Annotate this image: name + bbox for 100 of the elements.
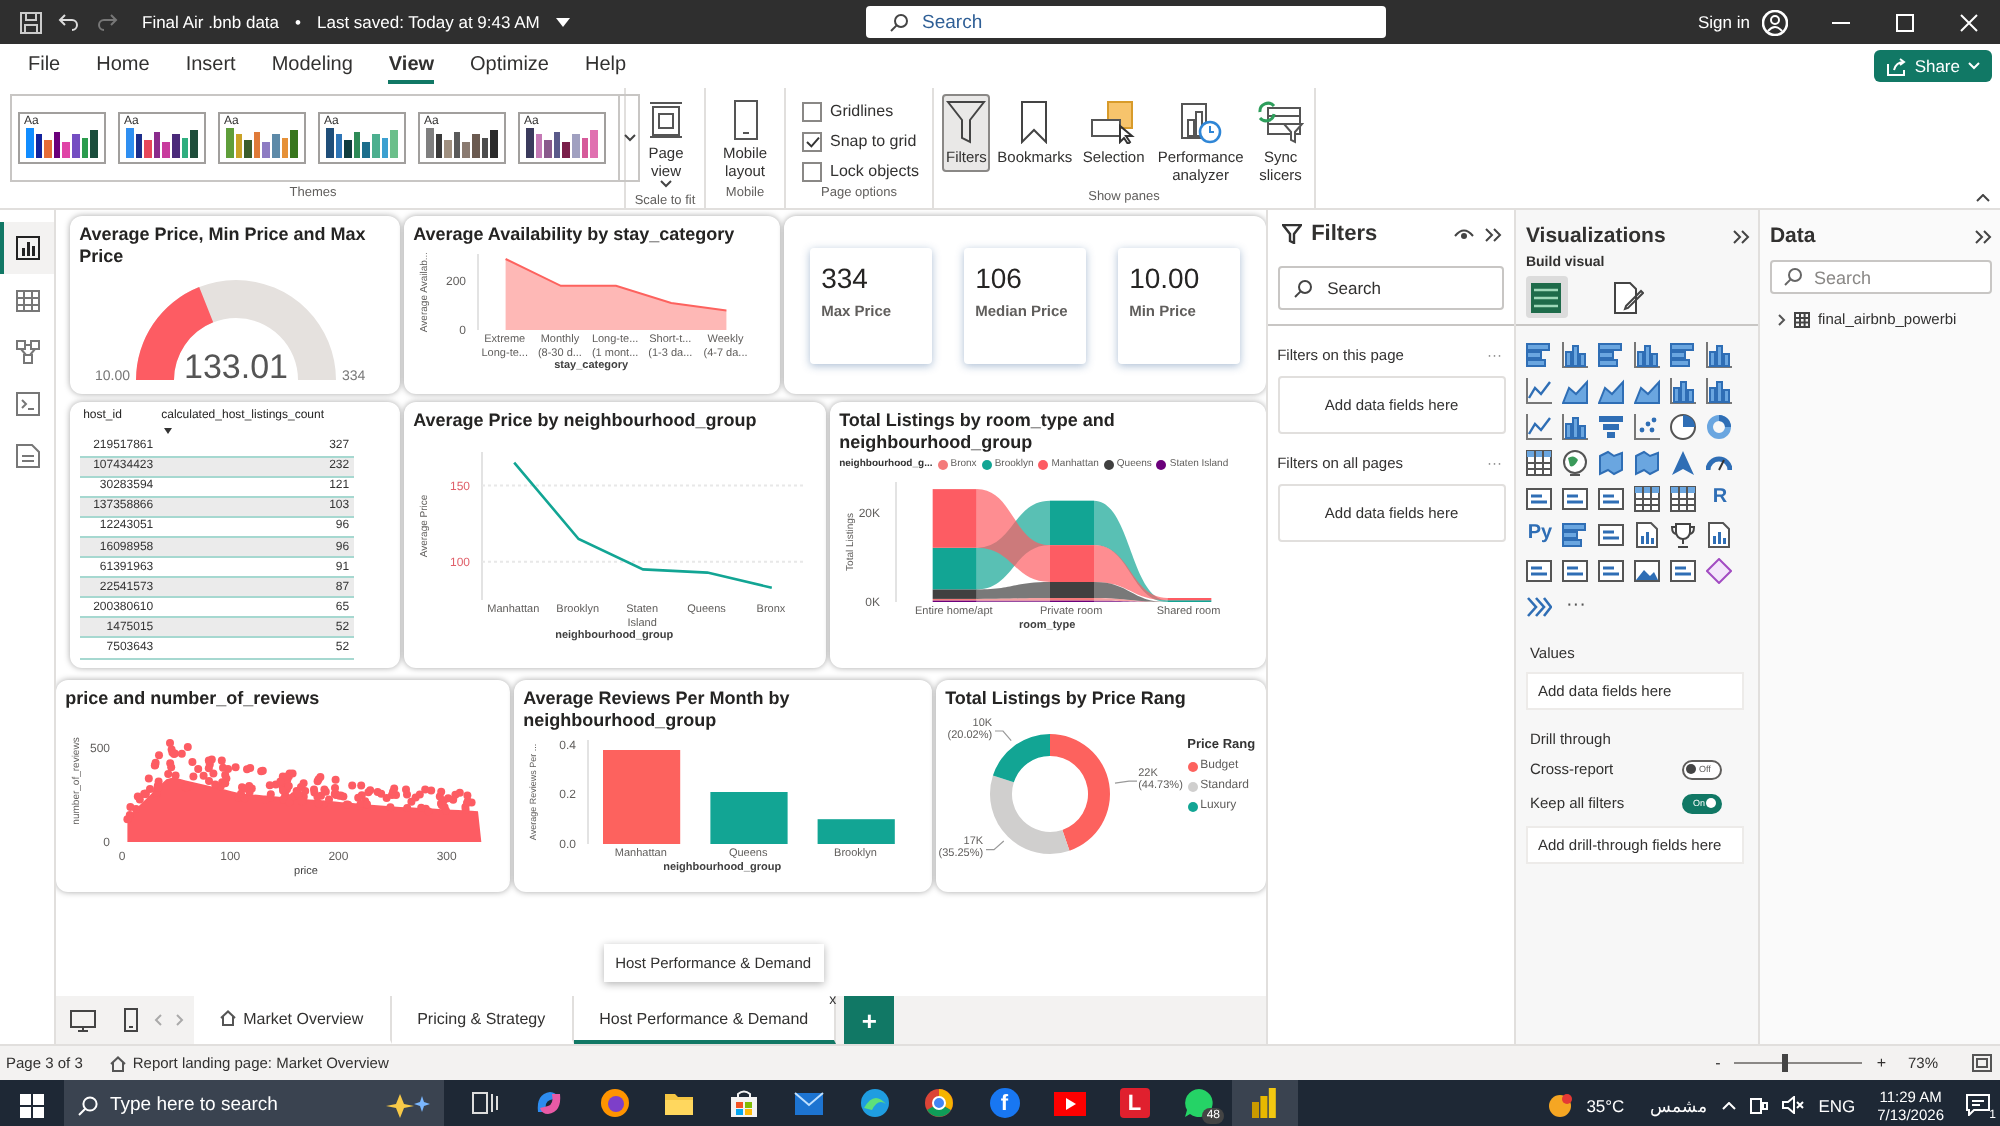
- trophy-icon[interactable]: [1670, 521, 1697, 547]
- more-visuals-button[interactable]: ···: [1565, 594, 1586, 618]
- collapse-pane-icon[interactable]: [1483, 225, 1502, 243]
- arrow-icon[interactable]: [1670, 449, 1697, 475]
- chevron-up-icon[interactable]: [1722, 1101, 1737, 1109]
- zoom-slider-thumb[interactable]: [1782, 1054, 1789, 1072]
- bar-chart-icon[interactable]: [1670, 341, 1697, 367]
- eye-icon[interactable]: [1453, 228, 1474, 240]
- swirl-logo-icon: [534, 1088, 565, 1118]
- view-switch-button[interactable]: [0, 222, 54, 274]
- area-chart-icon[interactable]: [1634, 377, 1661, 403]
- menu-tab[interactable]: File: [28, 48, 61, 84]
- menu-tab[interactable]: Modeling: [271, 48, 353, 84]
- share-button[interactable]: Share: [1874, 50, 1992, 82]
- taskbar-app-button[interactable]: L: [1102, 1080, 1167, 1126]
- search-field[interactable]: Search: [1769, 260, 1993, 294]
- checkbox[interactable]: [802, 131, 822, 151]
- column-chart-icon[interactable]: [1670, 377, 1697, 403]
- zoom-in-button[interactable]: +: [1872, 1054, 1890, 1072]
- page-tab[interactable]: Pricing & Strategy: [391, 996, 574, 1044]
- scatter-chart-icon[interactable]: [1634, 413, 1661, 439]
- taskbar-app-button[interactable]: [1232, 1080, 1297, 1126]
- task-view-icon: [471, 1092, 498, 1114]
- map-icon[interactable]: [1598, 449, 1625, 475]
- table-icon[interactable]: [1526, 449, 1553, 475]
- card-icon[interactable]: [1562, 557, 1589, 583]
- menu-tab[interactable]: Optimize: [470, 48, 549, 84]
- menu-tab[interactable]: View: [388, 48, 435, 84]
- menu-tab[interactable]: Help: [584, 48, 627, 84]
- menu-tab[interactable]: Insert: [185, 48, 236, 84]
- visual-title: Average Price by neighbourhood_group: [413, 410, 759, 432]
- chevrons-icon[interactable]: [1526, 593, 1553, 619]
- share-icon: [1886, 57, 1907, 75]
- card-icon[interactable]: [1670, 557, 1697, 583]
- bar-chart-icon[interactable]: [1526, 341, 1553, 367]
- search-field[interactable]: Type here to search: [64, 1080, 444, 1126]
- phone-icon: [733, 100, 757, 140]
- map-icon[interactable]: [1634, 449, 1661, 475]
- menu-tab[interactable]: Home: [96, 48, 150, 84]
- globe-icon[interactable]: [1562, 449, 1589, 475]
- envelope-icon: [794, 1091, 825, 1115]
- sign-in-button[interactable]: Sign in: [1686, 12, 1762, 32]
- collapse-pane-icon[interactable]: [1974, 227, 1993, 245]
- line-chart-icon[interactable]: [1526, 413, 1553, 439]
- document-icon[interactable]: [1706, 521, 1733, 547]
- column-chart-icon[interactable]: [1706, 341, 1733, 367]
- document-icon[interactable]: [1634, 521, 1661, 547]
- card-icon[interactable]: [1562, 485, 1589, 511]
- card-icon[interactable]: [1598, 485, 1625, 511]
- column-chart-icon[interactable]: [1634, 341, 1661, 367]
- phone-icon[interactable]: [123, 1008, 138, 1033]
- redo-icon[interactable]: [96, 12, 118, 32]
- checkbox-label: Lock objects: [830, 162, 919, 180]
- fit-to-page-icon[interactable]: [1972, 1054, 1992, 1072]
- collapse-ribbon-icon[interactable]: [1976, 194, 1990, 202]
- area-chart-icon[interactable]: [1598, 377, 1625, 403]
- page-tab[interactable]: Market Overview: [193, 996, 392, 1044]
- search-field[interactable]: Search: [866, 6, 1386, 38]
- visual-mode-button[interactable]: [1525, 276, 1568, 318]
- notification-icon[interactable]: [1966, 1094, 1990, 1116]
- column-chart-icon[interactable]: [1562, 341, 1589, 367]
- diamond-icon[interactable]: [1706, 557, 1733, 583]
- card-icon[interactable]: [1526, 485, 1553, 511]
- chevron-down-icon: [660, 180, 672, 188]
- card-icon[interactable]: [1598, 521, 1625, 547]
- format-visual-icon: [1612, 281, 1645, 313]
- undo-icon[interactable]: [58, 12, 80, 32]
- script-visual-button[interactable]: Py: [1527, 522, 1553, 546]
- bar-chart-icon[interactable]: [1598, 341, 1625, 367]
- checkbox-label: Snap to grid: [830, 132, 917, 150]
- pie-chart-icon[interactable]: [1670, 413, 1697, 439]
- funnel-icon[interactable]: [1598, 413, 1625, 439]
- device-icon[interactable]: [1750, 1096, 1769, 1114]
- column-chart-icon[interactable]: [1562, 413, 1589, 439]
- search-field[interactable]: Search: [1277, 266, 1504, 310]
- bar-chart-icon[interactable]: [1562, 521, 1589, 547]
- desktop-icon[interactable]: [69, 1009, 96, 1032]
- card-icon[interactable]: [1598, 557, 1625, 583]
- collapse-pane-icon[interactable]: [1731, 227, 1750, 245]
- zoom-out-button[interactable]: -: [1711, 1054, 1725, 1072]
- checkbox[interactable]: [802, 101, 822, 121]
- line-chart-icon[interactable]: [1526, 377, 1553, 403]
- account-icon[interactable]: [1762, 9, 1788, 35]
- checkbox[interactable]: [802, 161, 822, 181]
- table-icon[interactable]: [1670, 485, 1697, 511]
- start-icon[interactable]: [20, 1093, 44, 1117]
- save-icon[interactable]: [20, 11, 42, 33]
- close-icon: [1959, 13, 1977, 31]
- donut-chart-icon[interactable]: [1706, 413, 1733, 439]
- card-icon[interactable]: [1526, 557, 1553, 583]
- play-icon: [1053, 1091, 1086, 1115]
- taskbar-app-button[interactable]: f: [972, 1080, 1037, 1126]
- area-chart-icon[interactable]: [1562, 377, 1589, 403]
- add-page-button[interactable]: +: [844, 996, 895, 1044]
- image-icon[interactable]: [1634, 557, 1661, 583]
- speaker-muted-icon[interactable]: [1782, 1096, 1805, 1114]
- column-chart-icon[interactable]: [1706, 377, 1733, 403]
- caret-down-icon[interactable]: [555, 17, 570, 27]
- table-icon[interactable]: [1634, 485, 1661, 511]
- script-visual-button[interactable]: R: [1712, 486, 1728, 510]
